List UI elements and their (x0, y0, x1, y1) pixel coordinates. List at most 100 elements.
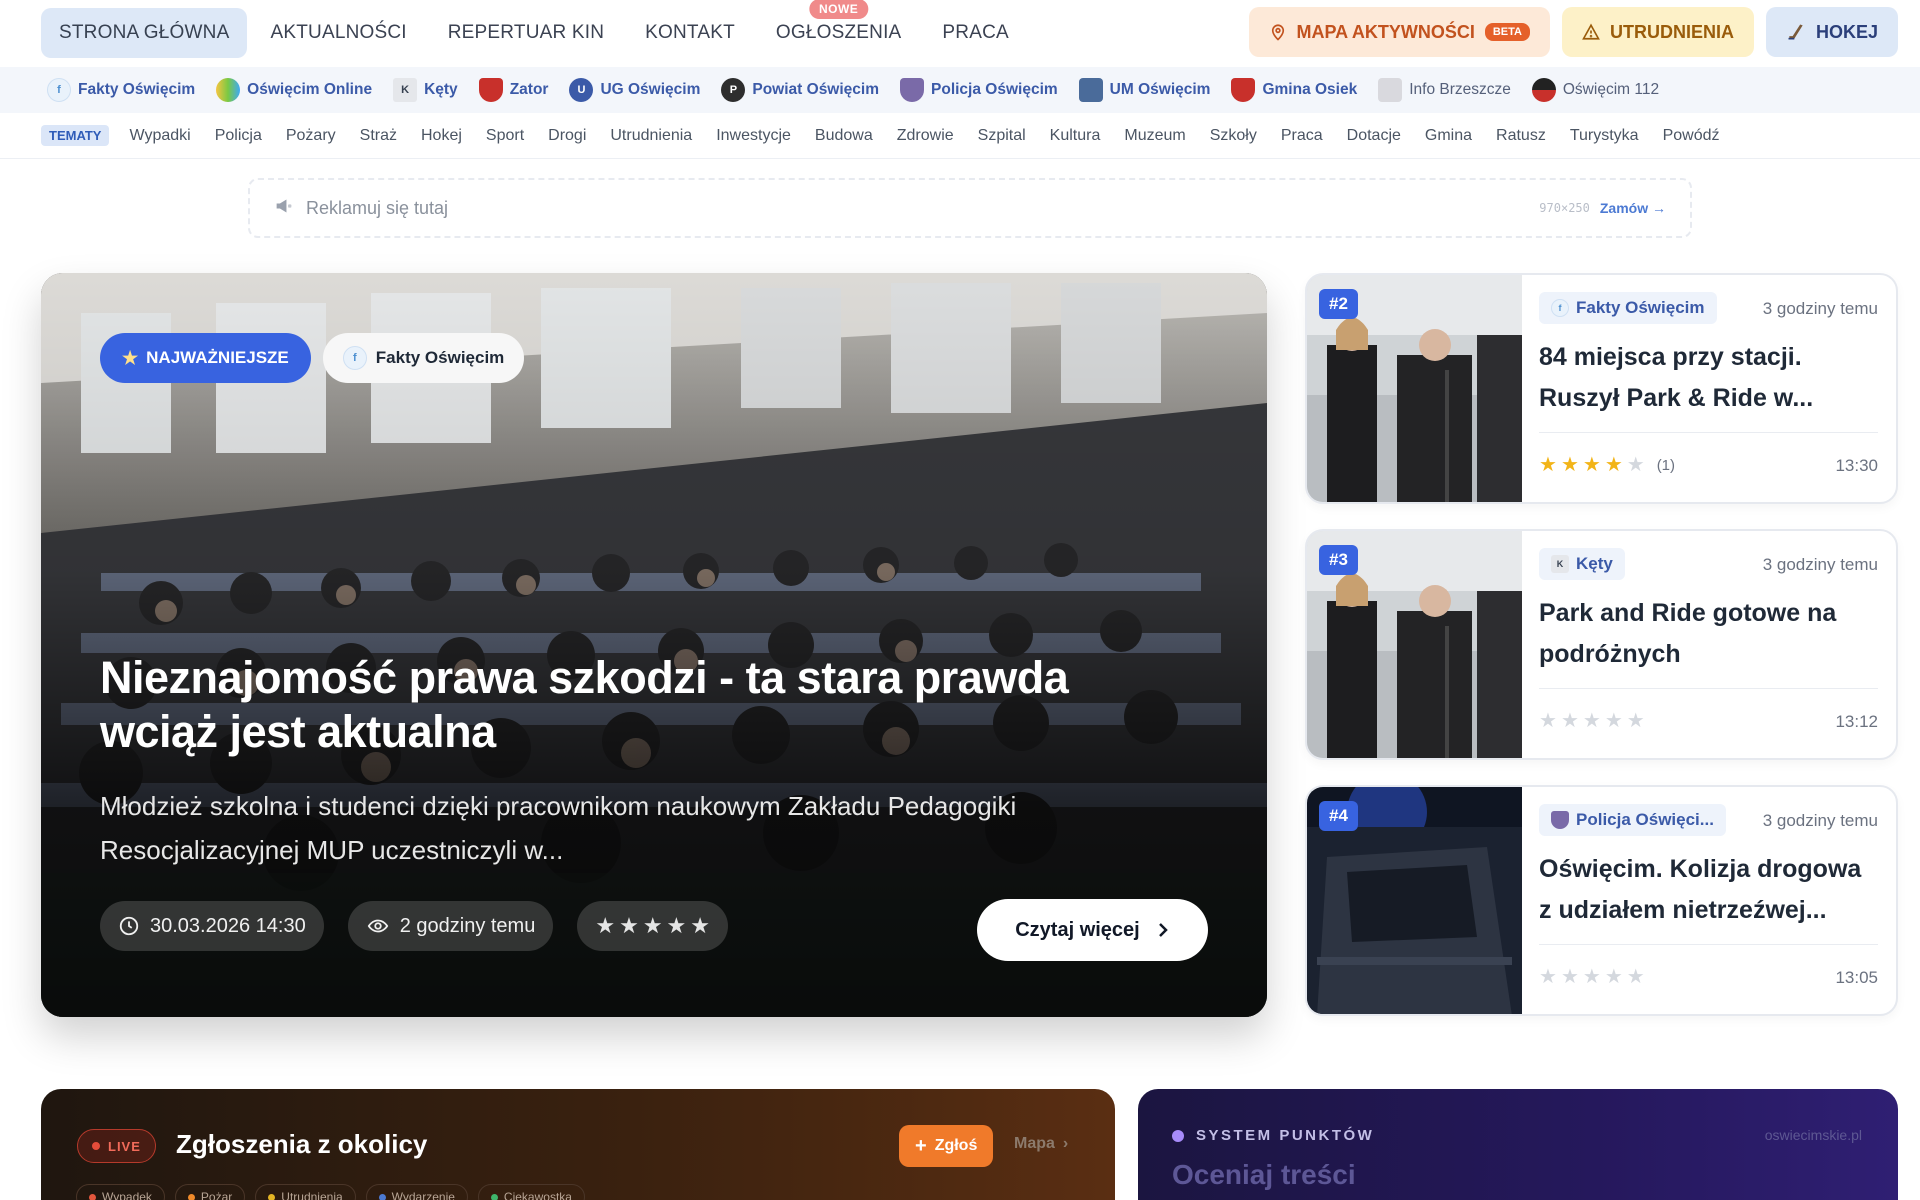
disruptions-button[interactable]: UTRUDNIENIA (1561, 7, 1754, 57)
topic-link[interactable]: Dotacje (1347, 127, 1401, 145)
hero-source-badge[interactable]: f Fakty Oświęcim (322, 333, 525, 383)
topic-link[interactable]: Straż (360, 127, 397, 145)
nav-cinema[interactable]: REPERTUAR KIN (430, 8, 622, 58)
topic-link[interactable]: Szpital (978, 127, 1026, 145)
report-button[interactable]: + Zgłoś (899, 1125, 994, 1167)
topic-link[interactable]: Pożary (286, 127, 336, 145)
topic-link[interactable]: Praca (1281, 127, 1323, 145)
star-icon[interactable]: ★ (619, 915, 639, 937)
ad-banner[interactable]: Reklamuj się tutaj 970×250 Zamów → (248, 178, 1692, 238)
star-icon[interactable]: ★ (1583, 711, 1601, 731)
category-chip[interactable]: Utrudnienia (255, 1184, 356, 1200)
card-title[interactable]: Oświęcim. Kolizja drogowa z udziałem nie… (1539, 849, 1879, 931)
source-kety[interactable]: K Kęty (393, 78, 458, 102)
star-icon[interactable]: ★ (1627, 967, 1645, 987)
nav-classifieds[interactable]: NOWE OGŁOSZENIA (758, 0, 920, 58)
news-card[interactable]: #4 Policja Oświęci... 3 godziny temu Ośw… (1305, 785, 1898, 1016)
police-badge-icon (900, 78, 925, 102)
card-rating[interactable]: ★ ★ ★ ★ ★ (1539, 967, 1657, 987)
read-more-button[interactable]: Czytaj więcej (977, 899, 1208, 961)
topic-link[interactable]: Zdrowie (897, 127, 954, 145)
hero-description: Młodzież szkolna i studenci dzięki praco… (100, 791, 1017, 865)
news-card[interactable]: #3 K Kęty 3 godziny temu Park and Ride g… (1305, 529, 1898, 760)
source-zator[interactable]: Zator (478, 78, 548, 102)
source-policja-oswiecim[interactable]: Policja Oświęcim (900, 78, 1058, 102)
rating-stars[interactable]: ★ ★ ★ ★ ★ (595, 915, 710, 937)
hero-rating[interactable]: ★ ★ ★ ★ ★ (577, 901, 729, 951)
card-rating[interactable]: ★ ★ ★ ★ ★ (1539, 711, 1657, 731)
topic-link[interactable]: Sport (486, 127, 524, 145)
source-oswiecim-online[interactable]: Oświęcim Online (216, 78, 372, 102)
topic-link[interactable]: Muzeum (1124, 127, 1185, 145)
source-um-oswiecim[interactable]: UM Oświęcim (1078, 78, 1210, 102)
star-icon[interactable]: ★ (1627, 455, 1645, 475)
star-icon[interactable]: ★ (1539, 711, 1557, 731)
nav-home[interactable]: STRONA GŁÓWNA (41, 7, 248, 58)
topic-link[interactable]: Turystyka (1570, 127, 1639, 145)
map-pin-icon (1271, 24, 1284, 41)
activity-map-button[interactable]: MAPA AKTYWNOŚCI BETA (1248, 7, 1550, 57)
star-icon[interactable]: ★ (1561, 967, 1579, 987)
card-rating[interactable]: ★ ★ ★ ★ ★ (1) (1539, 455, 1675, 475)
topic-link[interactable]: Ratusz (1496, 127, 1546, 145)
source-oswiecim-112[interactable]: Oświęcim 112 (1531, 78, 1659, 102)
topic-link[interactable]: Utrudnienia (610, 127, 692, 145)
hero-title[interactable]: Nieznajomość prawa szkodzi - ta stara pr… (100, 651, 1140, 759)
hero-article[interactable]: ★ NAJWAŻNIEJSZE f Fakty Oświęcim Nieznaj… (41, 273, 1267, 1017)
hockey-button[interactable]: HOKEJ (1765, 7, 1898, 57)
topic-link[interactable]: Inwestycje (716, 127, 791, 145)
topic-link[interactable]: Powódź (1663, 127, 1720, 145)
topic-link[interactable]: Policja (215, 127, 262, 145)
star-icon[interactable]: ★ (643, 915, 663, 937)
source-info-brzeszcze[interactable]: Info Brzeszcze (1378, 78, 1511, 102)
star-icon[interactable]: ★ (667, 915, 687, 937)
nav-news[interactable]: AKTUALNOŚCI (252, 8, 424, 58)
source-label: Gmina Osiek (1262, 81, 1358, 98)
source-gmina-osiek[interactable]: Gmina Osiek (1231, 78, 1357, 102)
source-fakty-oswiecim[interactable]: f Fakty Oświęcim (47, 78, 195, 102)
star-icon[interactable]: ★ (1561, 455, 1579, 475)
source-ug-oswiecim[interactable]: U UG Oświęcim (569, 78, 700, 102)
featured-badge[interactable]: ★ NAJWAŻNIEJSZE (100, 333, 311, 383)
topic-link[interactable]: Wypadki (129, 127, 190, 145)
source-powiat-oswiecim[interactable]: P Powiat Oświęcim (721, 78, 879, 102)
nav-contact[interactable]: KONTAKT (627, 8, 753, 58)
star-icon[interactable]: ★ (1605, 967, 1623, 987)
rating-stars[interactable]: ★ ★ ★ ★ ★ (1539, 711, 1645, 731)
star-icon[interactable]: ★ (1539, 967, 1557, 987)
category-chip[interactable]: Wydarzenie (365, 1184, 468, 1200)
star-icon[interactable]: ★ (1583, 455, 1601, 475)
beta-badge: BETA (1484, 23, 1530, 41)
topic-link[interactable]: Drogi (548, 127, 586, 145)
topic-link[interactable]: Hokej (421, 127, 462, 145)
chevron-right-icon (1158, 923, 1168, 937)
topic-link[interactable]: Budowa (815, 127, 873, 145)
card-title[interactable]: Park and Ride gotowe na podróżnych (1539, 593, 1879, 675)
nav-jobs[interactable]: PRACA (924, 8, 1026, 58)
ad-order-link[interactable]: Zamów → (1600, 200, 1666, 216)
news-card[interactable]: #2 f Fakty Oświęcim 3 godziny temu 84 mi… (1305, 273, 1898, 504)
category-chip[interactable]: Ciekawostka (477, 1184, 585, 1200)
star-icon[interactable]: ★ (690, 915, 710, 937)
star-icon[interactable]: ★ (1605, 455, 1623, 475)
card-source-badge[interactable]: f Fakty Oświęcim (1539, 292, 1717, 324)
map-link[interactable]: Mapa › (1014, 1135, 1068, 1153)
card-source-badge[interactable]: K Kęty (1539, 548, 1625, 580)
category-chip[interactable]: Wypadek (76, 1184, 165, 1200)
star-icon[interactable]: ★ (1539, 455, 1557, 475)
card-source-badge[interactable]: Policja Oświęci... (1539, 804, 1726, 836)
rating-stars[interactable]: ★ ★ ★ ★ ★ (1539, 455, 1645, 475)
star-icon[interactable]: ★ (1627, 711, 1645, 731)
star-icon[interactable]: ★ (595, 915, 615, 937)
star-icon[interactable]: ★ (1605, 711, 1623, 731)
card-title[interactable]: 84 miejsca przy stacji. Ruszył Park & Ri… (1539, 337, 1879, 419)
category-label: Wydarzenie (391, 1190, 455, 1200)
topic-link[interactable]: Gmina (1425, 127, 1472, 145)
topic-link[interactable]: Kultura (1050, 127, 1101, 145)
star-icon[interactable]: ★ (1583, 967, 1601, 987)
category-label: Wypadek (102, 1190, 152, 1200)
star-icon[interactable]: ★ (1561, 711, 1579, 731)
topic-link[interactable]: Szkoły (1210, 127, 1257, 145)
category-chip[interactable]: Pożar (174, 1184, 246, 1200)
rating-stars[interactable]: ★ ★ ★ ★ ★ (1539, 967, 1645, 987)
